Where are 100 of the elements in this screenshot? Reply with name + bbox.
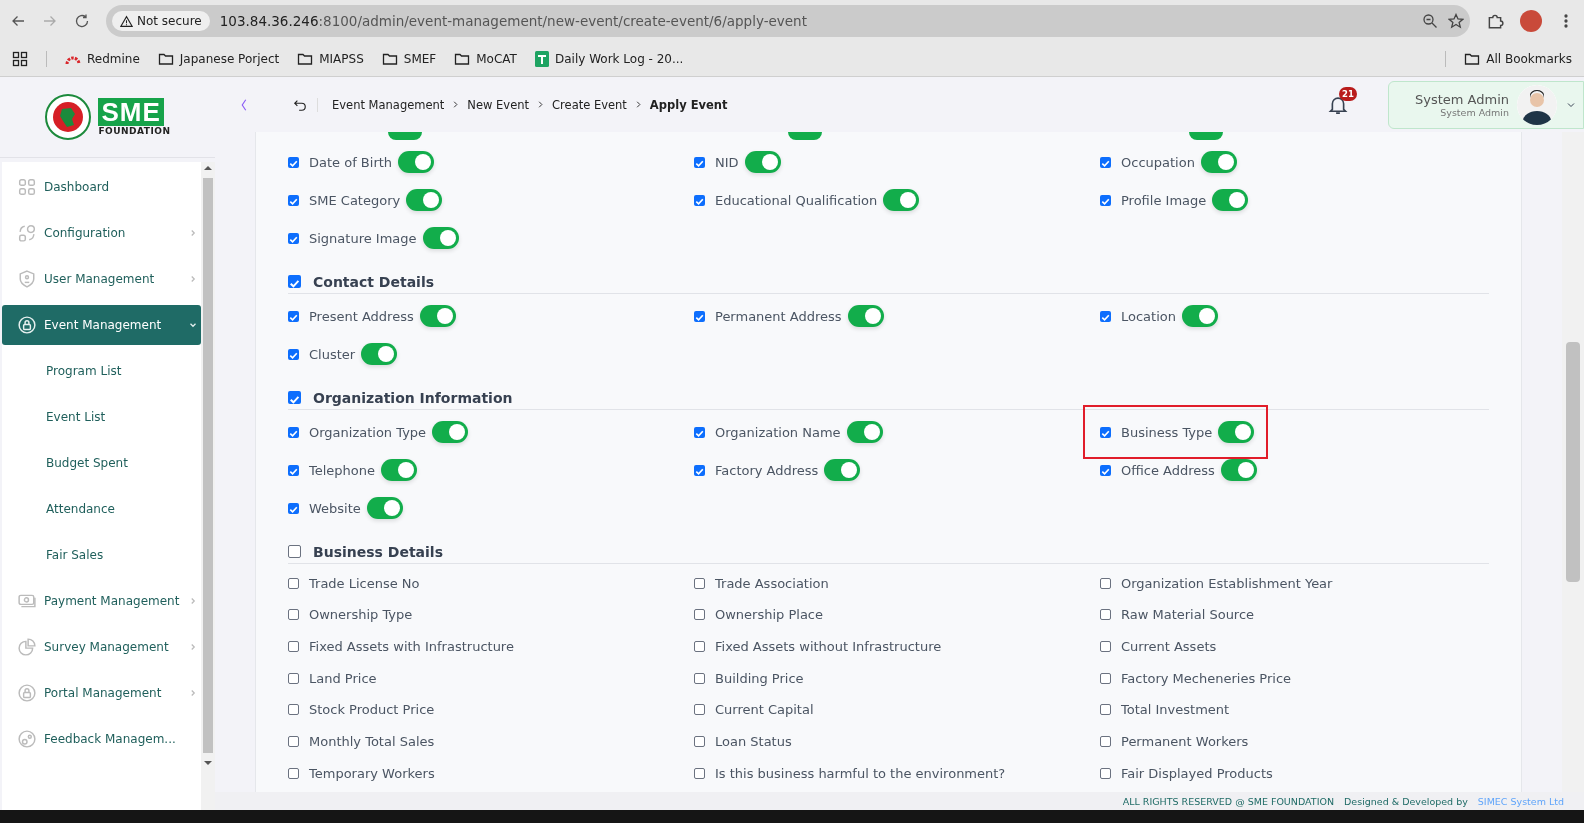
checkbox[interactable]	[288, 464, 299, 476]
sidebar-subitem[interactable]: Attendance	[2, 486, 201, 532]
checkbox[interactable]	[288, 640, 299, 652]
toggle-switch[interactable]	[366, 497, 403, 520]
checkbox[interactable]	[694, 640, 705, 652]
breadcrumb-link[interactable]: Apply Event	[649, 97, 728, 112]
sidebar-subitem[interactable]: Budget Spent	[2, 440, 201, 486]
toggle-switch[interactable]	[1188, 132, 1223, 140]
profile-avatar[interactable]	[1520, 10, 1542, 32]
checkbox[interactable]	[288, 426, 299, 438]
checkbox[interactable]	[694, 704, 705, 716]
checkbox[interactable]	[288, 767, 299, 779]
field-label: Occupation	[1121, 154, 1195, 170]
sidebar-item[interactable]: Survey Management	[2, 624, 201, 670]
checkbox[interactable]	[694, 672, 705, 684]
checkbox[interactable]	[288, 672, 299, 684]
sidebar-item[interactable]: Dashboard	[2, 164, 201, 210]
checkbox[interactable]	[288, 502, 299, 514]
toggle-switch[interactable]	[432, 421, 469, 444]
breadcrumb-link[interactable]: Event Management	[332, 97, 445, 112]
scrollbar[interactable]	[201, 162, 215, 810]
sidebar-item[interactable]: Configuration	[2, 210, 201, 256]
toggle-switch[interactable]	[361, 343, 398, 366]
checkbox[interactable]	[694, 609, 705, 621]
bookmark[interactable]: SMEF	[381, 51, 437, 67]
toggle-switch[interactable]	[1182, 305, 1218, 328]
checkbox[interactable]	[288, 348, 299, 360]
toggle-switch[interactable]	[419, 305, 456, 328]
checkbox[interactable]	[288, 609, 299, 621]
folder-icon	[297, 51, 314, 67]
sidebar-item[interactable]: Payment Management	[2, 578, 201, 624]
avatar-silhouette	[1517, 84, 1557, 125]
section-checkbox[interactable]	[288, 391, 301, 405]
checkbox[interactable]	[1100, 609, 1111, 621]
checkbox[interactable]	[694, 194, 705, 206]
toggle-switch[interactable]	[883, 189, 920, 211]
checkbox[interactable]	[1100, 194, 1111, 206]
checkbox[interactable]	[694, 735, 705, 747]
section-checkbox[interactable]	[288, 545, 301, 559]
checkbox[interactable]	[1100, 767, 1111, 779]
user-menu[interactable]: System Admin System Admin	[1387, 80, 1584, 129]
bookmark[interactable]: MoCAT	[454, 51, 517, 67]
checkbox[interactable]	[1100, 426, 1111, 438]
toggle-switch[interactable]	[388, 132, 422, 140]
checkbox[interactable]	[694, 767, 705, 779]
checkbox[interactable]	[1100, 577, 1111, 589]
bookmark[interactable]: Daily Work Log - 20...	[534, 51, 684, 67]
toggle-switch[interactable]	[406, 189, 443, 211]
section-checkbox[interactable]	[288, 275, 301, 289]
checkbox[interactable]	[288, 156, 299, 168]
toggle-switch[interactable]	[847, 305, 884, 328]
checkbox[interactable]	[1100, 310, 1111, 322]
toggle-switch[interactable]	[1212, 189, 1249, 211]
checkbox[interactable]	[288, 735, 299, 747]
toggle-switch[interactable]	[824, 459, 861, 482]
checkbox[interactable]	[694, 426, 705, 438]
checkbox[interactable]	[694, 577, 705, 589]
sidebar-subitem[interactable]: Fair Sales	[2, 532, 201, 578]
bookmark[interactable]: Japanese Porject	[157, 51, 280, 67]
toggle-switch[interactable]	[1218, 421, 1255, 444]
checkbox[interactable]	[1100, 672, 1111, 684]
security-chip[interactable]: Not secure	[112, 11, 210, 31]
sidebar-subitem[interactable]: Program List	[2, 348, 201, 394]
toggle-switch[interactable]	[398, 151, 435, 173]
checkbox[interactable]	[1100, 156, 1111, 168]
checkbox[interactable]	[1100, 464, 1111, 476]
all-bookmarks[interactable]: All Bookmarks	[1464, 51, 1572, 67]
toggle-switch[interactable]	[744, 151, 781, 173]
breadcrumb-link[interactable]: New Event	[467, 97, 530, 112]
bookmark[interactable]: Redmine	[65, 52, 140, 66]
field-label: Organization Name	[715, 424, 841, 440]
reload-button[interactable]	[74, 13, 90, 29]
checkbox[interactable]	[288, 232, 299, 244]
sidebar-subitem[interactable]: Event List	[2, 394, 201, 440]
checkbox[interactable]	[694, 464, 705, 476]
checkbox[interactable]	[288, 704, 299, 716]
toggle-switch[interactable]	[788, 132, 823, 140]
checkbox[interactable]	[1100, 704, 1111, 716]
sidebar-item[interactable]: Portal Management	[2, 670, 201, 716]
toggle-switch[interactable]	[1200, 151, 1237, 173]
scrollbar[interactable]	[1562, 132, 1584, 792]
sidebar-item[interactable]: Feedback Managem...	[2, 716, 201, 762]
sidebar-item[interactable]: Event Management	[2, 305, 201, 345]
toggle-switch[interactable]	[422, 227, 459, 249]
checkbox[interactable]	[694, 310, 705, 322]
checkbox[interactable]	[694, 156, 705, 168]
address-bar[interactable]: Not secure 103.84.36.246:8100/admin/event-management/new-event/create-event/6/apply-event	[106, 5, 1470, 37]
checkbox[interactable]	[288, 310, 299, 322]
field-label: Fair Displayed Products	[1121, 765, 1273, 781]
checkbox[interactable]	[288, 194, 299, 206]
toggle-switch[interactable]	[846, 421, 883, 444]
toggle-switch[interactable]	[381, 459, 418, 482]
checkbox[interactable]	[1100, 735, 1111, 747]
toggle-switch[interactable]	[1220, 459, 1257, 482]
breadcrumb-link[interactable]: Create Event	[552, 97, 627, 112]
checkbox[interactable]	[1100, 640, 1111, 652]
bookmark[interactable]: MIAPSS	[297, 51, 364, 67]
checkbox[interactable]	[288, 577, 299, 589]
sidebar-item[interactable]: User Management	[2, 256, 201, 302]
credit-text: Designed & Developed by	[1344, 795, 1468, 807]
